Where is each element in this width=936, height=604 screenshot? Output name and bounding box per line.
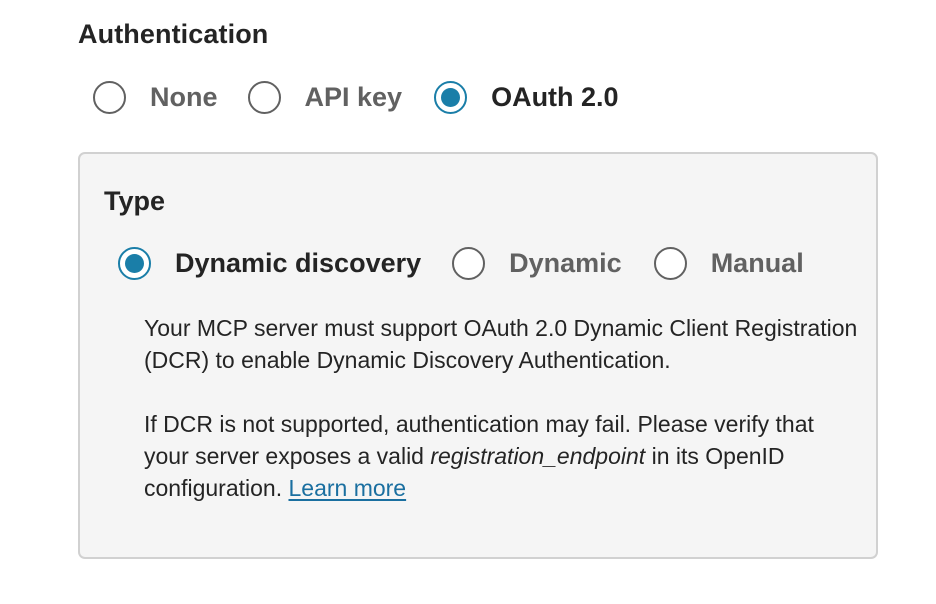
type-radio-group: Dynamic discovery Dynamic Manual — [118, 245, 804, 281]
type-option-dynamic-discovery[interactable]: Dynamic discovery — [118, 246, 421, 280]
authentication-heading: Authentication — [78, 19, 269, 49]
dcr-warning-text: If DCR is not supported, authentication … — [144, 408, 864, 504]
authentication-radio-group: None API key OAuth 2.0 — [93, 79, 619, 115]
registration-endpoint-term: registration_endpoint — [430, 443, 646, 469]
type-option-manual-label[interactable]: Manual — [711, 248, 804, 279]
auth-option-oauth2-label[interactable]: OAuth 2.0 — [491, 82, 619, 113]
type-option-manual[interactable]: Manual — [653, 246, 804, 280]
type-heading: Type — [104, 186, 166, 216]
auth-option-none[interactable]: None — [93, 80, 218, 114]
auth-option-oauth2[interactable]: OAuth 2.0 — [434, 80, 619, 114]
auth-settings: Authentication None API key OAuth 2.0 Ty… — [0, 0, 936, 604]
radio-unchecked-icon[interactable] — [653, 246, 687, 280]
auth-option-api-key[interactable]: API key — [247, 80, 403, 114]
radio-unchecked-icon[interactable] — [452, 246, 486, 280]
auth-option-none-label[interactable]: None — [150, 82, 218, 113]
radio-checked-icon[interactable] — [118, 246, 151, 280]
type-option-dynamic[interactable]: Dynamic — [452, 246, 622, 280]
auth-option-api-key-label[interactable]: API key — [305, 82, 403, 113]
type-option-dynamic-label[interactable]: Dynamic — [509, 248, 622, 279]
type-option-dynamic-discovery-label[interactable]: Dynamic discovery — [175, 248, 421, 279]
dcr-requirement-text: Your MCP server must support OAuth 2.0 D… — [144, 315, 858, 373]
radio-unchecked-icon[interactable] — [93, 80, 126, 114]
radio-checked-icon[interactable] — [434, 80, 468, 114]
radio-unchecked-icon[interactable] — [247, 80, 281, 114]
learn-more-link[interactable]: Learn more — [288, 475, 406, 501]
